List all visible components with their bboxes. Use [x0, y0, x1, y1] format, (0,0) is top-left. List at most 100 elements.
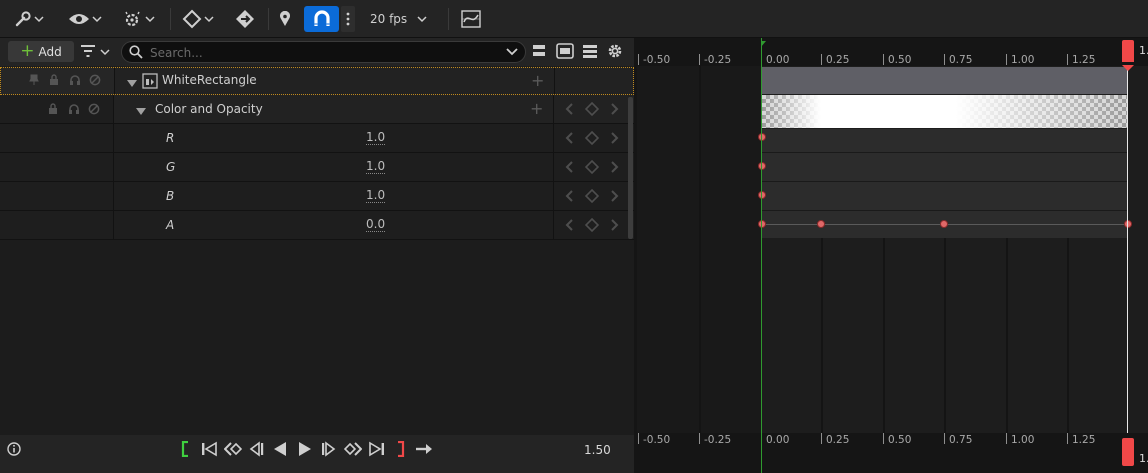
track-row-color-opacity[interactable]: Color and Opacity + — [0, 95, 634, 124]
keyframe-a-0[interactable] — [758, 220, 766, 228]
next-key-icon[interactable] — [607, 218, 621, 235]
column-divider — [553, 95, 554, 123]
start-marker-flag-icon[interactable] — [761, 38, 767, 52]
filter-button[interactable] — [80, 42, 114, 62]
marker-button[interactable] — [276, 6, 294, 32]
view-options-button[interactable] — [66, 6, 104, 32]
toolbar-divider — [448, 8, 449, 30]
color-opacity-gradient-bar[interactable] — [762, 95, 1128, 128]
next-key-icon[interactable] — [607, 131, 621, 148]
settings-button[interactable] — [607, 43, 625, 61]
channel-row-r[interactable]: R 1.0 — [0, 124, 634, 153]
add-subtrack-plus-icon[interactable]: + — [531, 71, 544, 90]
ruler-tick — [1067, 54, 1068, 65]
previous-key-icon[interactable] — [563, 218, 577, 235]
previous-key-icon[interactable] — [563, 102, 577, 119]
outliner-scrollbar[interactable] — [628, 97, 633, 239]
list-view-button[interactable] — [582, 43, 600, 61]
current-time-field[interactable]: 1.50 — [584, 443, 611, 457]
headphones-icon[interactable] — [69, 74, 81, 89]
ruler-label: -0.50 — [643, 434, 671, 446]
jump-to-start-button[interactable] — [200, 441, 218, 459]
add-key-diamond-icon[interactable] — [584, 130, 600, 148]
next-key-icon[interactable] — [607, 189, 621, 206]
widget-section-bar[interactable] — [762, 67, 1128, 94]
collapse-all-button[interactable] — [531, 43, 549, 61]
lock-icon[interactable] — [49, 74, 59, 89]
keyframe-r-0[interactable] — [758, 133, 766, 141]
add-subtrack-plus-icon[interactable]: + — [530, 99, 543, 118]
auto-key-button[interactable] — [232, 6, 258, 32]
add-key-diamond-icon[interactable] — [584, 188, 600, 206]
channel-row-g[interactable]: G 1.0 — [0, 153, 634, 182]
expand-caret-icon[interactable] — [127, 77, 137, 91]
add-key-diamond-icon[interactable] — [584, 159, 600, 177]
channel-value-field[interactable]: 1.0 — [366, 131, 386, 145]
step-forward-button[interactable] — [320, 440, 338, 459]
next-key-icon[interactable] — [607, 102, 621, 119]
key-options-button[interactable] — [178, 6, 218, 32]
play-button[interactable] — [296, 441, 314, 459]
snap-toggle-button[interactable] — [304, 6, 339, 32]
previous-key-icon[interactable] — [563, 189, 577, 206]
mute-icon[interactable] — [89, 74, 101, 89]
play-reverse-button[interactable] — [271, 441, 289, 459]
expand-all-button[interactable] — [556, 43, 574, 61]
tools-menu-button[interactable] — [10, 6, 48, 32]
channel-row-b[interactable]: B 1.0 — [0, 182, 634, 211]
ruler-tick — [883, 433, 884, 444]
track-row-whiterectangle[interactable]: WhiteRectangle + — [0, 67, 634, 95]
channel-label: G — [166, 160, 176, 174]
info-icon[interactable] — [7, 442, 21, 459]
lock-icon[interactable] — [48, 103, 58, 118]
ruler-label: 1.00 — [1011, 434, 1035, 446]
keyframe-a-3[interactable] — [1124, 220, 1132, 228]
previous-key-button[interactable] — [223, 441, 243, 459]
playback-start-line[interactable] — [761, 38, 762, 473]
next-key-button[interactable] — [343, 441, 363, 459]
channel-row-a[interactable]: A 0.0 — [0, 211, 634, 240]
actions-menu-button[interactable] — [120, 6, 158, 32]
keyframe-a-2[interactable] — [940, 220, 948, 228]
keyframe-g-0[interactable] — [758, 162, 766, 170]
set-start-button[interactable] — [178, 440, 192, 460]
search-input[interactable] — [148, 44, 492, 62]
previous-key-icon[interactable] — [563, 131, 577, 148]
start-bracket-icon — [181, 440, 189, 460]
ruler-tick — [1006, 54, 1007, 65]
add-track-button[interactable]: + Add — [8, 41, 74, 62]
mute-icon[interactable] — [88, 103, 100, 118]
search-box — [121, 41, 526, 63]
headphones-icon[interactable] — [68, 103, 80, 118]
ruler-tick — [1006, 433, 1007, 444]
keyframe-b-0[interactable] — [758, 191, 766, 199]
next-key-icon[interactable] — [607, 160, 621, 177]
channel-value-field[interactable]: 1.0 — [366, 160, 386, 174]
list-icon — [582, 45, 598, 62]
arrow-right-icon — [415, 442, 435, 459]
pin-icon[interactable] — [29, 74, 39, 89]
previous-keyframe-icon — [223, 441, 243, 460]
previous-key-icon[interactable] — [563, 160, 577, 177]
next-keyframe-icon — [343, 441, 363, 460]
add-key-diamond-icon[interactable] — [584, 217, 600, 235]
curve-editor-button[interactable] — [457, 6, 485, 32]
end-marker-handle[interactable] — [1122, 438, 1134, 466]
add-key-diamond-icon[interactable] — [584, 101, 600, 119]
playhead-handle[interactable] — [1122, 40, 1134, 62]
snap-options-button[interactable] — [341, 6, 355, 32]
track-controls — [1, 68, 115, 94]
sequencer-toolbar: 20 fps — [0, 0, 1148, 38]
channel-value-field[interactable]: 1.0 — [366, 189, 386, 203]
keyframe-a-1[interactable] — [817, 220, 825, 228]
set-end-button[interactable] — [394, 440, 408, 459]
framerate-dropdown[interactable]: 20 fps — [364, 6, 430, 32]
track-controls — [0, 211, 114, 239]
channel-value-field[interactable]: 0.0 — [366, 218, 386, 232]
loop-mode-button[interactable] — [414, 441, 436, 459]
step-back-button[interactable] — [247, 440, 265, 459]
jump-to-end-button[interactable] — [368, 441, 386, 459]
search-options-chevron-icon[interactable] — [506, 46, 518, 60]
expand-caret-icon[interactable] — [136, 105, 146, 119]
playhead-line[interactable] — [1127, 66, 1128, 433]
